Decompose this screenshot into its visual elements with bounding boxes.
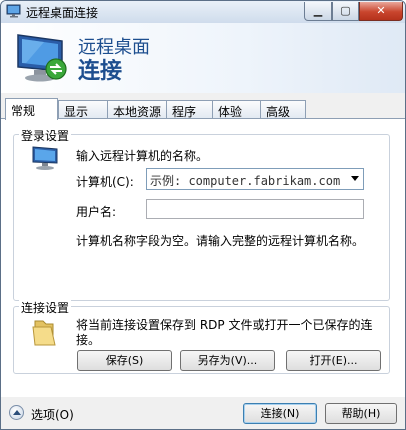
open-button[interactable]: 打开(E)... [286, 350, 381, 371]
tab-general[interactable]: 常规 [5, 98, 58, 120]
maximize-button[interactable]: ▢ [332, 2, 359, 21]
close-icon: ✕ [376, 4, 386, 17]
tab-programs[interactable]: 程序 [166, 100, 213, 119]
connection-description-line2: 接。 [76, 333, 101, 347]
login-settings-group: 登录设置 输入远程计算机的名称。 计算机(C): 示例: computer.fa… [13, 127, 390, 301]
computer-prompt: 输入远程计算机的名称。 [76, 149, 209, 163]
connect-button[interactable]: 连接(N) [243, 403, 317, 424]
window-title: 远程桌面连接 [26, 6, 99, 20]
maximize-icon: ▢ [340, 4, 351, 17]
computer-value: 示例: computer.fabrikam.com [150, 174, 341, 188]
banner: 远程桌面 连接 [1, 23, 405, 93]
expand-options-icon[interactable] [9, 405, 24, 420]
minimize-button[interactable]: ▁ [304, 2, 332, 21]
computer-combobox[interactable]: 示例: computer.fabrikam.com [146, 168, 364, 190]
username-label: 用户名: [76, 205, 117, 219]
close-button[interactable]: ✕ [359, 2, 403, 21]
computer-label: 计算机(C): [76, 175, 134, 189]
connection-settings-title: 连接设置 [19, 299, 72, 316]
tab-experience[interactable]: 体验 [212, 100, 261, 119]
banner-subtitle: 连接 [78, 59, 123, 84]
rdp-window: 远程桌面连接 ▁ ▢ ✕ 远程桌面 连接 常规 显示 本地资源 程序 体验 高级… [0, 0, 406, 430]
username-input[interactable] [146, 199, 364, 219]
dropdown-arrow-icon[interactable] [351, 176, 359, 181]
connection-description-line1: 将当前连接设置保存到 RDP 文件或打开一个已保存的连 [76, 318, 373, 332]
tab-strip: 常规 显示 本地资源 程序 体验 高级 [1, 93, 405, 120]
title-bar[interactable]: 远程桌面连接 ▁ ▢ ✕ [1, 1, 405, 23]
help-button[interactable]: 帮助(H) [325, 403, 397, 424]
folder-icon [32, 320, 56, 346]
computer-icon [32, 146, 58, 170]
computer-name-hint: 计算机名称字段为空。请输入完整的远程计算机名称。 [76, 234, 365, 248]
tab-advanced[interactable]: 高级 [260, 100, 306, 119]
save-button[interactable]: 保存(S) [77, 350, 172, 371]
tab-panel-general: 登录设置 输入远程计算机的名称。 计算机(C): 示例: computer.fa… [1, 118, 405, 397]
remote-desktop-monitor-icon [17, 34, 67, 82]
tab-local-resources[interactable]: 本地资源 [107, 100, 167, 119]
save-as-button[interactable]: 另存为(V)... [180, 350, 275, 371]
dialog-footer: 选项(O) 连接(N) 帮助(H) [1, 397, 405, 429]
minimize-icon: ▁ [313, 4, 323, 17]
options-toggle[interactable]: 选项(O) [31, 406, 74, 423]
login-settings-title: 登录设置 [19, 127, 72, 144]
connection-settings-group: 连接设置 将当前连接设置保存到 RDP 文件或打开一个已保存的连 接。 保存(S… [13, 299, 390, 374]
tab-display[interactable]: 显示 [58, 100, 108, 119]
remote-desktop-icon [6, 4, 21, 18]
